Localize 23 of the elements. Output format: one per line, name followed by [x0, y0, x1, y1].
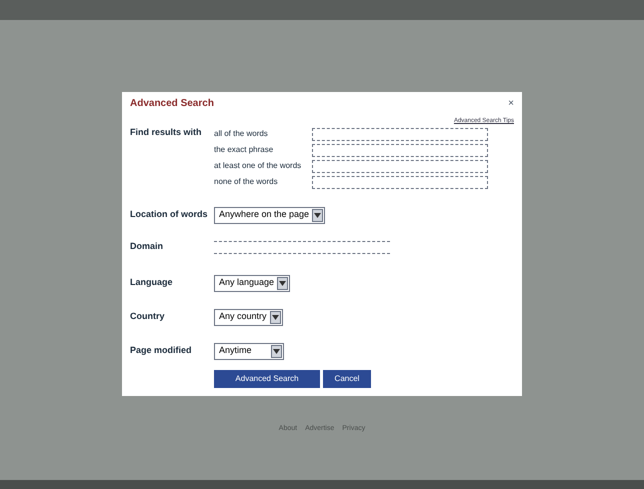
dropdown[interactable]: Anywhere on the page: [214, 206, 326, 224]
input-field[interactable]: [312, 128, 488, 140]
search-button[interactable]: Advanced Search: [214, 370, 320, 388]
field-label: Location of words: [130, 208, 208, 222]
field-label: Country: [130, 310, 166, 324]
field-label: Language: [130, 276, 174, 290]
field-label: the exact phrase: [214, 144, 274, 156]
field-label: none of the words: [214, 176, 279, 188]
dropdown[interactable]: Any country: [214, 308, 283, 326]
input-field[interactable]: [312, 144, 488, 156]
close-button[interactable]: ×: [508, 98, 514, 108]
dropdown[interactable]: Anytime: [214, 342, 284, 360]
field-label: Domain: [130, 240, 164, 254]
input-field[interactable]: [312, 176, 488, 188]
field-label: Find results with: [130, 126, 203, 139]
input-field[interactable]: [312, 160, 488, 172]
cancel-button[interactable]: Cancel: [323, 370, 371, 388]
input-field[interactable]: [214, 240, 390, 254]
dialog-title: Advanced Search: [130, 97, 214, 111]
field-label: all of the words: [214, 128, 269, 140]
field-label: Page modified: [130, 344, 193, 358]
dropdown[interactable]: Any language: [214, 274, 290, 292]
field-label: at least one of the words: [214, 160, 302, 172]
